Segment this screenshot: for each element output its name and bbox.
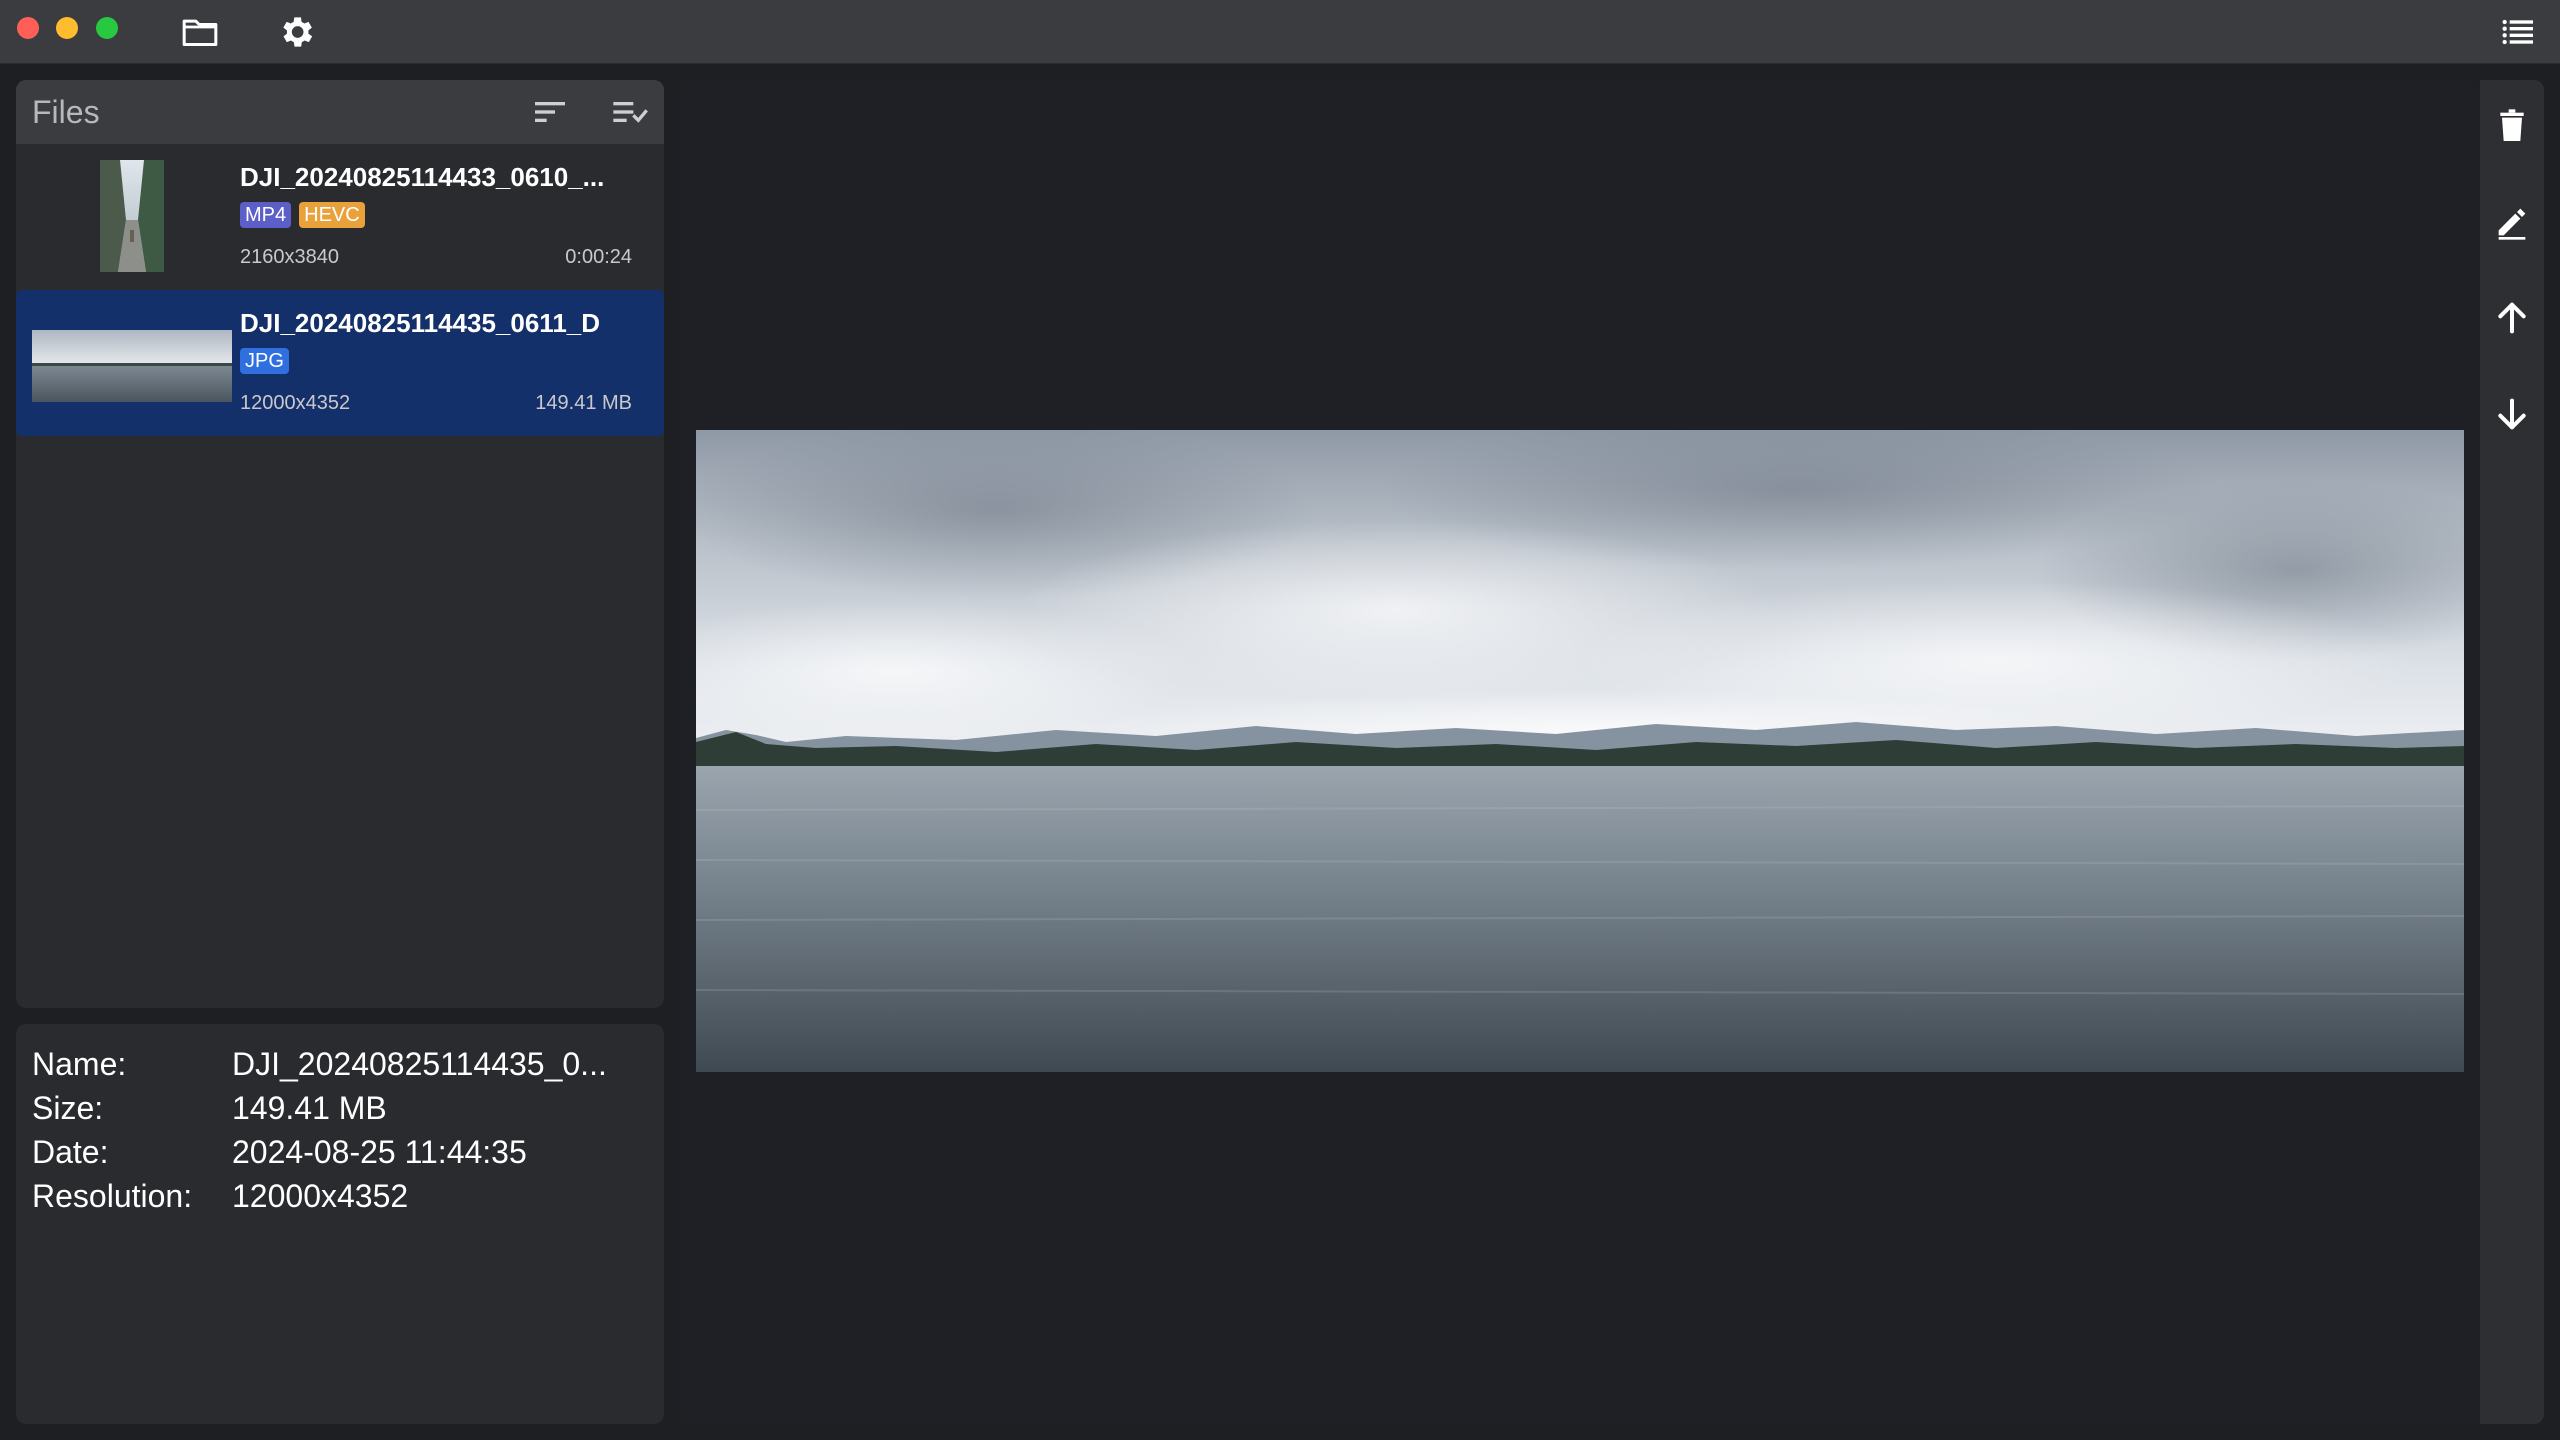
file-resolution: 2160x3840 xyxy=(240,246,339,268)
sort-button[interactable] xyxy=(528,90,572,134)
minimize-window-button[interactable] xyxy=(56,17,78,39)
info-value: DJI_20240825114435_0... xyxy=(232,1046,607,1082)
open-folder-button[interactable] xyxy=(178,10,222,54)
info-value: 149.41 MB xyxy=(232,1090,387,1126)
info-value: 12000x4352 xyxy=(232,1178,409,1214)
video-thumbnail xyxy=(100,160,164,272)
file-info-panel: Name: DJI_20240825114435_0... Size: 149.… xyxy=(16,1024,664,1424)
zoom-window-button[interactable] xyxy=(96,17,118,39)
files-header: Files xyxy=(16,80,664,144)
pencil-icon xyxy=(2498,208,2526,240)
info-label: Size: xyxy=(32,1090,104,1126)
codec-badge: HEVC xyxy=(299,202,365,228)
toggle-list-button[interactable] xyxy=(2496,10,2540,54)
preview-area xyxy=(680,80,2480,1424)
file-list-item[interactable]: DJI_20240825114433_0610_... MP4 HEVC 216… xyxy=(16,144,664,290)
file-size: 149.41 MB xyxy=(535,392,632,414)
format-badge: MP4 xyxy=(240,202,292,228)
list-icon xyxy=(2502,19,2533,45)
checklist-icon xyxy=(613,102,648,123)
image-thumbnail xyxy=(32,330,232,402)
panorama-image xyxy=(696,430,2464,1072)
info-row-resolution: Resolution: 12000x4352 xyxy=(32,1174,648,1218)
file-name: DJI_20240825114435_0611_D xyxy=(240,308,601,338)
files-title: Files xyxy=(32,93,100,130)
info-row-size: Size: 149.41 MB xyxy=(32,1086,648,1130)
gear-icon xyxy=(283,17,313,47)
info-label: Name: xyxy=(32,1046,127,1082)
move-down-button[interactable] xyxy=(2490,392,2534,436)
file-resolution: 12000x4352 xyxy=(240,392,351,414)
file-list-item-selected[interactable]: DJI_20240825114435_0611_D JPG 12000x4352… xyxy=(16,290,664,436)
file-name: DJI_20240825114433_0610_... xyxy=(240,162,605,192)
format-badge: JPG xyxy=(240,348,289,374)
info-label: Date: xyxy=(32,1134,109,1170)
folder-icon xyxy=(182,19,218,46)
sort-icon xyxy=(535,102,565,122)
title-bar xyxy=(0,0,2560,64)
arrow-down-icon xyxy=(2498,398,2526,430)
delete-button[interactable] xyxy=(2490,104,2534,148)
file-badges: MP4 HEVC xyxy=(240,202,365,228)
info-row-name: Name: DJI_20240825114435_0... xyxy=(32,1042,648,1086)
info-value: 2024-08-25 11:44:35 xyxy=(232,1134,527,1170)
file-duration: 0:00:24 xyxy=(565,246,632,268)
select-mode-button[interactable] xyxy=(608,90,652,134)
file-badges: JPG xyxy=(240,348,289,374)
close-window-button[interactable] xyxy=(17,17,39,39)
settings-button[interactable] xyxy=(274,10,318,54)
arrow-up-icon xyxy=(2498,302,2526,334)
move-up-button[interactable] xyxy=(2490,296,2534,340)
info-row-date: Date: 2024-08-25 11:44:35 xyxy=(32,1130,648,1174)
trash-icon xyxy=(2500,109,2524,141)
files-panel: Files DJI_20240825114433_0610_... MP4 HE… xyxy=(16,80,664,1008)
rename-button[interactable] xyxy=(2490,200,2534,244)
info-label: Resolution: xyxy=(32,1178,193,1214)
right-toolbar xyxy=(2480,80,2544,1424)
